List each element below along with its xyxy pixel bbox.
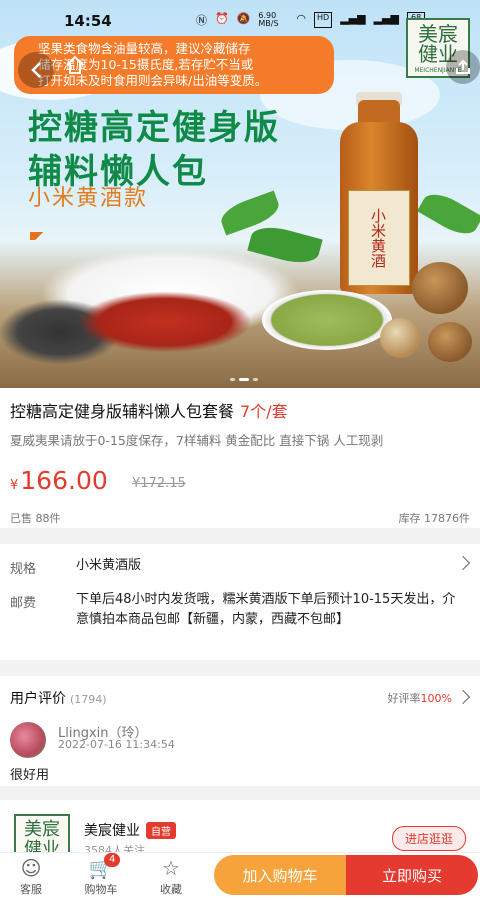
price-value: 166.00	[20, 466, 108, 495]
spec-label: 规格	[10, 562, 37, 577]
review-title-text: 用户评价	[10, 691, 66, 707]
tab-label: 购物车	[84, 883, 118, 896]
status-icons: Ⓝ ⏰ 🔕 6.90 MB/S ◠ HD ▂▄▆ ▂▄▆ 68	[196, 11, 426, 28]
review-text: 很好用	[10, 768, 50, 783]
product-info-card: 控糖高定健身版辅料懒人包套餐 7个/套 夏威夷果请放于0-15度保存，7样辅料 黄…	[0, 388, 480, 528]
tab-label: 收藏	[160, 883, 182, 896]
signal-5g-icon: ▂▄▆	[373, 12, 399, 25]
product-title-text: 控糖高定健身版辅料懒人包套餐	[10, 402, 235, 421]
spec-card: 规格 小米黄酒版 邮费 下单后48小时内发货哦，糯米黄酒版下单后预计10-15天…	[0, 544, 480, 660]
walnut	[412, 262, 468, 314]
net-speed: 6.90 MB/S	[258, 11, 279, 28]
home-button[interactable]	[60, 50, 90, 80]
tab-label: 客服	[20, 883, 42, 896]
carousel-dot	[253, 378, 258, 381]
add-to-cart-button[interactable]: 加入购物车	[214, 855, 346, 895]
alarm-icon: ⏰	[215, 12, 229, 25]
goji-berries	[80, 292, 250, 352]
headset-icon: ☺	[20, 856, 42, 880]
star-icon: ☆	[162, 856, 180, 880]
cart-badge: 4	[104, 853, 121, 867]
bottom-action-bar: ☺ 客服 🛒 4 购物车 ☆ 收藏 加入购物车 立即购买	[0, 852, 480, 900]
customer-service-tab[interactable]: ☺ 客服	[6, 855, 56, 897]
status-time: 14:54	[64, 12, 112, 30]
product-image-banner[interactable]: 14:54 Ⓝ ⏰ 🔕 6.90 MB/S ◠ HD ▂▄▆ ▂▄▆ 68 美宸…	[0, 0, 480, 388]
review-card[interactable]: 用户评价 (1794) 好评率100% Llingxin（玲） 2022-07-1…	[0, 676, 480, 786]
share-icon	[456, 59, 470, 74]
shipping-label: 邮费	[10, 596, 37, 611]
bottle-label: 小米黄酒	[348, 190, 410, 286]
positive-rate-label: 好评率	[387, 692, 421, 705]
shipping-value: 下单后48小时内发货哦，糯米黄酒版下单后预计10-15天发出，介意慎拍本商品包邮…	[76, 592, 456, 627]
carousel-dot-active	[239, 378, 249, 381]
mute-icon: 🔕	[236, 12, 251, 25]
product-price: ¥166.00	[10, 466, 108, 495]
review-date: 2022-07-16 11:34:54	[58, 738, 175, 751]
wifi-icon: ◠	[296, 12, 307, 25]
ribbon-decoration	[30, 232, 52, 240]
cart-tab[interactable]: 🛒 4 购物车	[76, 853, 126, 897]
self-operated-badge: 自营	[146, 822, 176, 839]
nfc-icon: Ⓝ	[196, 14, 207, 27]
favorite-tab[interactable]: ☆ 收藏	[146, 855, 196, 897]
signal-4g-icon: ▂▄▆	[340, 12, 366, 25]
hd-icon: HD	[314, 12, 333, 28]
avatar	[10, 722, 46, 758]
chevron-right-icon	[455, 689, 471, 705]
product-unit: 7个/套	[240, 402, 288, 421]
pumpkin-seeds-bowl	[262, 290, 392, 350]
review-heading: 用户评价 (1794)	[10, 688, 107, 708]
banner-subheadline: 小米黄酒款	[28, 186, 149, 211]
carousel-dot	[230, 378, 235, 381]
product-subtitle: 夏威夷果请放于0-15度保存，7样辅料 黄金配比 直接下锅 人工现剥	[10, 433, 384, 448]
banner-headline: 控糖高定健身版	[28, 108, 280, 148]
buy-now-button[interactable]: 立即购买	[346, 855, 478, 895]
spec-row[interactable]: 规格 小米黄酒版	[0, 544, 480, 584]
positive-rate-value: 100%	[420, 692, 452, 705]
chevron-left-icon	[31, 62, 41, 78]
spec-value: 小米黄酒版	[76, 558, 142, 573]
mint-leaf	[417, 186, 480, 242]
original-price: ¥172.15	[132, 476, 186, 491]
currency-symbol: ¥	[10, 478, 19, 493]
visit-store-button[interactable]: 进店逛逛	[391, 826, 466, 851]
stock-count: 库存 17876件	[398, 512, 471, 525]
positive-rate: 好评率100%	[388, 690, 452, 706]
store-name: 美宸健业 自营	[84, 820, 176, 840]
back-button[interactable]	[18, 52, 54, 88]
share-button[interactable]	[446, 50, 480, 84]
macadamia-nut	[380, 318, 420, 358]
product-title: 控糖高定健身版辅料懒人包套餐 7个/套	[10, 398, 288, 422]
store-name-text: 美宸健业	[84, 823, 140, 839]
sold-count: 已售 88件	[10, 512, 61, 525]
walnut	[428, 322, 472, 362]
review-count: (1794)	[70, 693, 107, 706]
carousel-indicator	[230, 378, 258, 381]
home-icon	[66, 55, 84, 74]
